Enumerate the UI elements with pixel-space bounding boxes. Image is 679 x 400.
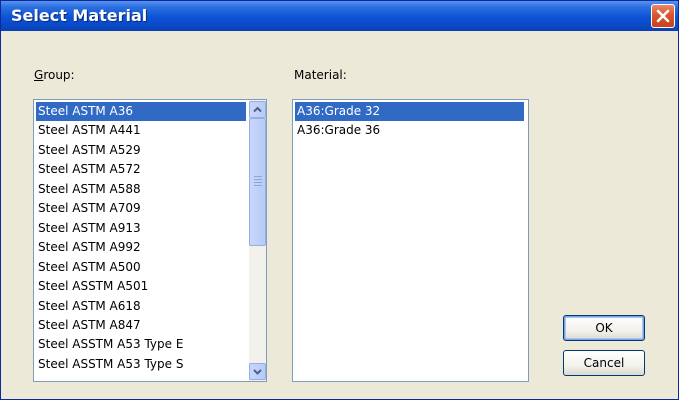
- scroll-up-button[interactable]: [249, 101, 266, 118]
- material-listbox[interactable]: A36:Grade 36 A36:Grade 32: [292, 99, 529, 382]
- cancel-button[interactable]: Cancel: [563, 350, 645, 376]
- list-item[interactable]: A36:Grade 36: [295, 121, 524, 140]
- list-item[interactable]: Steel ASTM A572: [36, 160, 246, 179]
- list-item[interactable]: Steel ASSTM A53 Type E: [36, 335, 246, 354]
- title-bar[interactable]: Select Material: [1, 1, 678, 31]
- list-item[interactable]: Steel ASTM A618: [36, 297, 246, 316]
- group-vertical-scrollbar[interactable]: [249, 100, 266, 381]
- list-item[interactable]: Steel ASTM A913: [36, 219, 246, 238]
- ok-button[interactable]: OK: [563, 315, 645, 341]
- material-label: Material:: [294, 68, 347, 82]
- list-item[interactable]: A36:Grade 32: [295, 102, 524, 121]
- list-item[interactable]: Steel ASSTM A501: [36, 277, 246, 296]
- close-icon: [656, 9, 670, 23]
- group-listbox[interactable]: Steel ASSTM A53 Type S Steel ASSTM A53 Ty…: [33, 99, 267, 382]
- list-item[interactable]: Steel ASTM A588: [36, 180, 246, 199]
- list-item[interactable]: Steel ASTM A441: [36, 121, 246, 140]
- close-button[interactable]: [651, 4, 675, 28]
- scroll-down-button[interactable]: [249, 363, 266, 380]
- chevron-up-icon: [253, 106, 262, 113]
- list-item[interactable]: Steel ASSTM A53 Type S: [36, 355, 246, 374]
- chevron-down-icon: [253, 369, 262, 375]
- list-item[interactable]: Steel ASTM A500: [36, 258, 246, 277]
- select-material-dialog: Select Material Group: Material: Steel A…: [0, 0, 679, 400]
- scroll-thumb[interactable]: [249, 118, 266, 246]
- list-item[interactable]: Steel ASTM A36: [36, 102, 246, 121]
- list-item[interactable]: Steel ASTM A847: [36, 316, 246, 335]
- list-item[interactable]: Steel ASTM A992: [36, 238, 246, 257]
- group-label: Group:: [34, 68, 75, 82]
- list-item[interactable]: Steel ASTM A709: [36, 199, 246, 218]
- window-title: Select Material: [11, 6, 148, 25]
- list-item[interactable]: Steel ASTM A529: [36, 141, 246, 160]
